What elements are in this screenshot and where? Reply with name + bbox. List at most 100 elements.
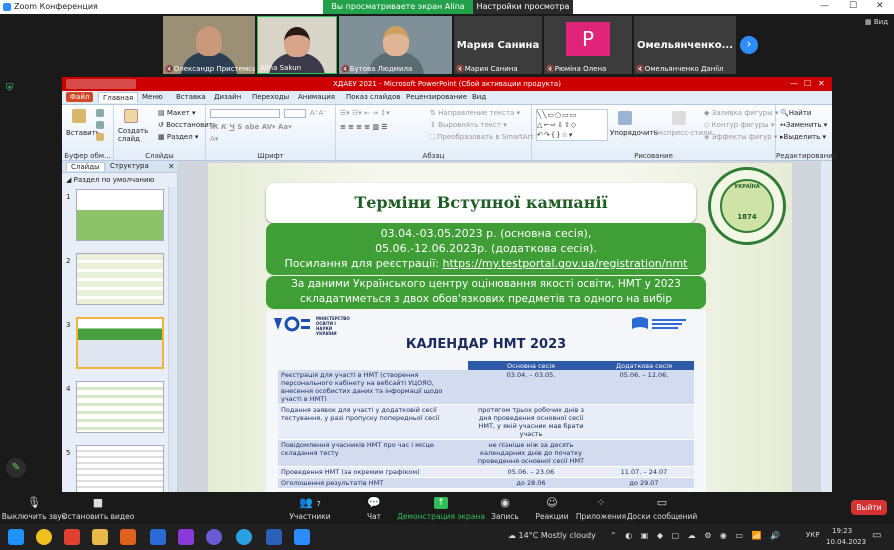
table-cell: не пізніше ніж за десять календарних дні… — [468, 439, 594, 467]
layout-button[interactable]: ▤ Макет ▾ — [158, 109, 196, 117]
registration-link[interactable]: https://my.testportal.gov.ua/registratio… — [442, 257, 687, 270]
tab-slides[interactable]: Слайды — [66, 162, 105, 171]
slide-thumbnail-selected[interactable] — [76, 317, 164, 369]
video-tile[interactable]: Омельянченко... 🔇Омельянченко Даніїл — [634, 16, 736, 74]
font-name-field[interactable] — [210, 109, 280, 118]
annotate-pencil-icon[interactable]: ✎ — [6, 458, 26, 478]
shapes-gallery[interactable]: ╲╲▭○▭▭ △⌐⇨⇩⇧◇ ↶↷{}☆▾ — [536, 109, 608, 141]
panel-close-icon[interactable]: ✕ — [168, 162, 175, 171]
language-indicator[interactable]: УКР — [806, 531, 819, 539]
view-button[interactable]: ▦ Вид — [865, 18, 888, 26]
tab-slideshow[interactable]: Показ слайдов — [342, 92, 404, 102]
tray-icons[interactable]: ⌃ ◐ ▣ ◆ ▢ ☁ ⚙ ◉ ▭ 📶 🔊 — [610, 531, 783, 540]
clock-time[interactable]: 19:23 — [832, 527, 852, 535]
find-button[interactable]: 🔍Найти — [780, 109, 811, 117]
video-tile[interactable]: Мария Санина 🔇Мария Санина — [454, 16, 542, 74]
tab-design[interactable]: Дизайн — [210, 92, 245, 102]
tab-insert[interactable]: Вставка — [172, 92, 210, 102]
tab-outline[interactable]: Структура — [106, 162, 153, 170]
leave-button[interactable]: Выйти — [851, 500, 887, 515]
shape-effects-button[interactable]: ◈ Эффекты фигур ▾ — [704, 133, 777, 141]
app-icon[interactable] — [64, 529, 80, 545]
table-header — [278, 361, 468, 370]
text-direction-button[interactable]: ⇅ Направление текста ▾ — [430, 109, 520, 117]
stop-video-button[interactable]: ■ Остановить видео — [58, 496, 138, 522]
bullets-icon[interactable]: ☰▾ ☷▾ ⇤ ⇥ ↕▾ — [340, 109, 390, 117]
clipboard-label: Буфер обм... — [64, 152, 111, 160]
paste-icon[interactable] — [72, 109, 86, 123]
tab-menu[interactable]: Меню — [138, 92, 167, 102]
ppt-close-icon[interactable]: ✕ — [818, 77, 825, 91]
section-button[interactable]: ▦ Раздел ▾ — [158, 133, 198, 141]
view-options-button[interactable]: Настройки просмотра ⌄ — [473, 0, 573, 25]
zoom-taskbar-icon[interactable] — [294, 529, 310, 545]
tab-file[interactable]: Файл — [66, 92, 94, 102]
align-text-button[interactable]: ⇕ Выровнять текст ▾ — [430, 121, 507, 129]
align-icon[interactable]: ≡ ≡ ≡ ≡ ▥ ☰ — [340, 123, 387, 131]
app-icon[interactable] — [120, 529, 136, 545]
video-tile[interactable]: P 🔇Рюміна Олена — [544, 16, 632, 74]
clock-date[interactable]: 10.04.2023 — [826, 538, 866, 546]
word-icon[interactable] — [266, 529, 282, 545]
shape-outline-button[interactable]: ◇ Контур фигуры ▾ — [704, 121, 774, 129]
table-cell — [594, 404, 694, 440]
tab-transitions[interactable]: Переходы — [248, 92, 293, 102]
windows-start-icon[interactable] — [8, 529, 24, 545]
telegram-icon[interactable] — [236, 529, 252, 545]
maximize-icon[interactable]: ☐ — [849, 1, 857, 11]
university-seal-icon: УКРАЇНА 1874 — [708, 167, 786, 245]
table-header: Основна сесія — [468, 361, 594, 370]
quick-styles-icon[interactable] — [672, 111, 686, 125]
slide-scrollbar[interactable] — [820, 161, 832, 492]
bold-icon[interactable]: Ж К Ч S abe AV▾ Aa▾ — [210, 123, 292, 131]
ppt-minimize-icon[interactable]: — — [790, 77, 798, 91]
font-grow-icon[interactable]: A⁺A⁻ — [310, 109, 327, 117]
video-tile[interactable]: 🔇Олександр Пристемський — [163, 16, 255, 74]
editing-group: 🔍Найти ↔Заменить ▾ ▸Выделить ▾ Редактиро… — [776, 105, 837, 161]
tab-home[interactable]: Главная — [98, 92, 139, 103]
video-tile[interactable]: 🔇Бутова Людмила — [339, 16, 452, 74]
paste-button[interactable]: Вставить — [66, 129, 100, 137]
viber-icon[interactable] — [206, 529, 222, 545]
slide-thumbnail[interactable] — [76, 445, 164, 497]
section-header[interactable]: ◢ Раздел по умолчанию — [66, 176, 154, 184]
format-painter-icon[interactable] — [96, 133, 104, 141]
defender-icon[interactable] — [150, 529, 166, 545]
chrome-icon[interactable] — [36, 529, 52, 545]
slide-thumbnail[interactable] — [76, 381, 164, 433]
font-color-icon[interactable]: A▾ — [210, 135, 218, 143]
cut-icon[interactable] — [96, 109, 104, 117]
weather-widget[interactable]: ☁ 14°C Mostly cloudy — [508, 531, 596, 540]
tab-animation[interactable]: Анимация — [294, 92, 339, 102]
ppt-maximize-icon[interactable]: ☐ — [804, 77, 811, 91]
slide[interactable]: Терміни Вступної кампанії 03.04.-03.05.2… — [208, 163, 792, 492]
slide-thumbnail[interactable] — [76, 253, 164, 305]
camera-icon: ■ — [92, 496, 104, 509]
participant-face — [196, 26, 222, 56]
video-tile-active[interactable]: Alina Sakun — [257, 16, 337, 74]
security-shield-icon[interactable]: ⛨ — [6, 83, 18, 95]
shape-fill-button[interactable]: ◆ Заливка фигуры ▾ — [704, 109, 778, 117]
select-button[interactable]: ▸Выделить ▾ — [780, 133, 826, 141]
notifications-icon[interactable]: ▭ — [872, 530, 881, 541]
minimize-icon[interactable]: — — [820, 1, 829, 11]
app-icon[interactable] — [178, 529, 194, 545]
window-title: Zoom Конференция — [14, 2, 98, 11]
new-slide-icon[interactable] — [124, 109, 138, 123]
file-explorer-icon[interactable] — [92, 529, 108, 545]
tab-review[interactable]: Рецензирование — [402, 92, 471, 102]
arrange-icon[interactable] — [618, 111, 632, 125]
replace-button[interactable]: ↔Заменить ▾ — [780, 121, 827, 129]
next-page-icon[interactable]: › — [740, 36, 758, 54]
smartart-button[interactable]: ⛶ Преобразовать в SmartArt ▾ — [430, 133, 539, 142]
close-icon[interactable]: ✕ — [876, 1, 884, 11]
panel-scrollbar[interactable] — [168, 187, 176, 492]
quick-access-toolbar[interactable] — [66, 79, 136, 89]
copy-icon[interactable] — [96, 121, 104, 129]
slide-thumbnail[interactable] — [76, 189, 164, 241]
whiteboard-button[interactable]: ▭ Доски сообщений — [622, 497, 702, 522]
arrange-button[interactable]: Упорядочить — [610, 129, 658, 137]
tab-view[interactable]: Вид — [468, 92, 490, 102]
font-size-field[interactable] — [284, 109, 306, 118]
create-slide-button[interactable]: Создать слайд — [118, 127, 152, 143]
